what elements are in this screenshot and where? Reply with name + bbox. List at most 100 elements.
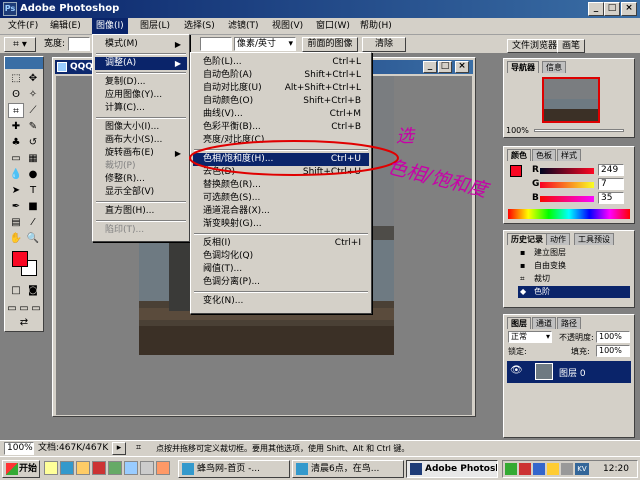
channel-r-value[interactable]: 249 bbox=[598, 164, 624, 176]
adjust-menu-item[interactable]: 曲线(V)... Ctrl+M bbox=[193, 108, 369, 121]
quicklaunch-app5-icon[interactable] bbox=[156, 461, 170, 475]
menu-help[interactable]: 帮助(H) bbox=[356, 18, 396, 35]
ime-indicator[interactable]: KV bbox=[575, 463, 589, 475]
quicklaunch-app4-icon[interactable] bbox=[140, 461, 154, 475]
tray-icon[interactable] bbox=[547, 463, 559, 475]
history-item-selected[interactable]: ◆ 色阶 bbox=[518, 286, 630, 298]
path-selection-icon[interactable]: ➤ bbox=[8, 183, 24, 198]
image-menu-item[interactable]: 显示全部(V) bbox=[95, 186, 187, 199]
tab-info[interactable]: 信息 bbox=[542, 61, 566, 73]
magic-wand-icon[interactable]: ✧ bbox=[25, 87, 41, 102]
tab-navigator[interactable]: 导航器 bbox=[507, 61, 539, 73]
doc-close-button[interactable]: × bbox=[455, 61, 469, 73]
tab-brushes[interactable]: 画笔 bbox=[557, 39, 586, 53]
resolution-unit-select[interactable]: 像素/英寸 ▾ bbox=[234, 37, 296, 51]
tab-paths[interactable]: 路径 bbox=[557, 317, 581, 329]
shape-tool-icon[interactable]: ■ bbox=[25, 199, 41, 214]
toolbox-header[interactable] bbox=[5, 57, 43, 69]
menu-select[interactable]: 选择(S) bbox=[180, 18, 219, 35]
front-image-button[interactable]: 前面的图像 bbox=[302, 37, 358, 52]
clear-button[interactable]: 清除 bbox=[362, 37, 406, 52]
adjust-menu-item[interactable]: 通道混合器(X)... bbox=[193, 205, 369, 218]
adjust-menu-item[interactable]: 自动对比度(U) Alt+Shift+Ctrl+L bbox=[193, 82, 369, 95]
adjust-menu-item[interactable]: 渐变映射(G)... bbox=[193, 218, 369, 231]
quicklaunch-ie-icon[interactable] bbox=[60, 461, 74, 475]
pen-tool-icon[interactable]: ✒ bbox=[8, 199, 24, 214]
screen-mode-3-icon[interactable]: ▭ bbox=[30, 301, 42, 316]
adjust-menu-item[interactable]: 色调分离(P)... bbox=[193, 276, 369, 289]
tray-icon[interactable] bbox=[519, 463, 531, 475]
quicklaunch-app3-icon[interactable] bbox=[124, 461, 138, 475]
menu-view[interactable]: 视图(V) bbox=[268, 18, 307, 35]
maximize-button[interactable]: □ bbox=[604, 2, 620, 16]
lasso-tool-icon[interactable]: ʘ bbox=[8, 87, 24, 102]
image-menu-item[interactable]: 图像大小(I)... bbox=[95, 121, 187, 134]
notes-tool-icon[interactable]: ▤ bbox=[8, 215, 24, 230]
slice-tool-icon[interactable]: ⟋ bbox=[25, 103, 41, 118]
adjust-menu-item[interactable]: 色阶(L)... Ctrl+L bbox=[193, 56, 369, 69]
crop-tool-icon[interactable]: ⌗ bbox=[8, 103, 24, 118]
channel-r-slider[interactable] bbox=[540, 168, 594, 174]
jump-to-imageready-icon[interactable]: ⇄ bbox=[16, 315, 32, 330]
screen-mode-1-icon[interactable]: ▭ bbox=[6, 301, 18, 316]
quicklaunch-app2-icon[interactable] bbox=[108, 461, 122, 475]
resolution-field[interactable] bbox=[200, 37, 232, 51]
screen-mode-2-icon[interactable]: ▭ bbox=[18, 301, 30, 316]
history-brush-icon[interactable]: ↺ bbox=[25, 135, 41, 150]
image-menu-item[interactable]: 模式(M) ▶ bbox=[95, 38, 187, 51]
fill-field[interactable]: 100% bbox=[596, 345, 630, 357]
status-menu-arrow[interactable]: ▸ bbox=[112, 442, 126, 455]
color-ramp[interactable] bbox=[508, 209, 630, 219]
tab-layers[interactable]: 图层 bbox=[507, 317, 531, 329]
navigator-zoom-slider[interactable] bbox=[534, 129, 624, 132]
close-button[interactable]: × bbox=[621, 2, 637, 16]
layer-row[interactable]: 👁 图层 0 bbox=[507, 361, 631, 383]
blur-tool-icon[interactable]: 💧 bbox=[8, 167, 24, 182]
quick-mask-icon[interactable]: ◙ bbox=[25, 283, 41, 298]
tab-history[interactable]: 历史记录 bbox=[507, 233, 547, 245]
blend-mode-select[interactable]: 正常 ▾ bbox=[508, 331, 552, 343]
tab-tool-presets[interactable]: 工具预设 bbox=[574, 233, 614, 245]
tab-color[interactable]: 颜色 bbox=[507, 149, 531, 161]
image-menu-item[interactable]: 直方图(H)... bbox=[95, 205, 187, 218]
marquee-tool-icon[interactable]: ⬚ bbox=[8, 71, 24, 86]
tab-swatches[interactable]: 色板 bbox=[532, 149, 556, 161]
adjust-menu-item[interactable]: 阈值(T)... bbox=[193, 263, 369, 276]
crop-tool-preset-button[interactable]: ⌗ ▾ bbox=[4, 37, 36, 52]
image-menu-item[interactable]: 计算(C)... bbox=[95, 102, 187, 115]
adjust-menu-item[interactable]: 自动颜色(O) Shift+Ctrl+B bbox=[193, 95, 369, 108]
tab-file-browser[interactable]: 文件浏览器 bbox=[507, 39, 563, 53]
adjust-menu-item[interactable]: 色彩平衡(B)... Ctrl+B bbox=[193, 121, 369, 134]
start-button[interactable]: 开始 bbox=[2, 460, 40, 478]
standard-mode-icon[interactable]: □ bbox=[8, 283, 24, 298]
tab-channels[interactable]: 通道 bbox=[532, 317, 556, 329]
adjust-menu-item[interactable]: 反相(I) Ctrl+I bbox=[193, 237, 369, 250]
eye-icon[interactable]: 👁 bbox=[510, 365, 523, 376]
history-item[interactable]: ▪ 建立图层 bbox=[518, 247, 630, 259]
task-photoshop[interactable]: Adobe Photoshop bbox=[406, 460, 498, 478]
task-browser-1[interactable]: 蜂鸟网-首页 -... bbox=[178, 460, 290, 478]
tray-icon[interactable] bbox=[533, 463, 545, 475]
channel-g-value[interactable]: 7 bbox=[598, 178, 624, 190]
adjust-menu-item[interactable]: 色调均化(Q) bbox=[193, 250, 369, 263]
task-browser-2[interactable]: 清晨6点，在鸟... bbox=[292, 460, 404, 478]
image-menu-item[interactable]: 画布大小(S)... bbox=[95, 134, 187, 147]
image-menu-item[interactable]: 应用图像(Y)... bbox=[95, 89, 187, 102]
navigator-zoom[interactable]: 100% bbox=[506, 126, 529, 135]
adjust-menu-item[interactable]: 替换颜色(R)... bbox=[193, 179, 369, 192]
doc-maximize-button[interactable]: □ bbox=[438, 61, 452, 73]
image-menu-item[interactable]: 复制(D)... bbox=[95, 76, 187, 89]
tab-actions[interactable]: 动作 bbox=[546, 233, 570, 245]
doc-minimize-button[interactable]: _ bbox=[423, 61, 437, 73]
color-fg-swatch[interactable] bbox=[510, 165, 522, 177]
brush-tool-icon[interactable]: ✎ bbox=[25, 119, 41, 134]
move-tool-icon[interactable]: ✥ bbox=[25, 71, 41, 86]
channel-b-slider[interactable] bbox=[540, 196, 594, 202]
tray-icon[interactable] bbox=[505, 463, 517, 475]
menu-filter[interactable]: 滤镜(T) bbox=[224, 18, 263, 35]
minimize-button[interactable]: _ bbox=[588, 2, 604, 16]
menu-layer[interactable]: 图层(L) bbox=[136, 18, 174, 35]
healing-brush-icon[interactable]: ✚ bbox=[8, 119, 24, 134]
opacity-field[interactable]: 100% bbox=[596, 331, 630, 343]
hand-tool-icon[interactable]: ✋ bbox=[8, 231, 24, 246]
